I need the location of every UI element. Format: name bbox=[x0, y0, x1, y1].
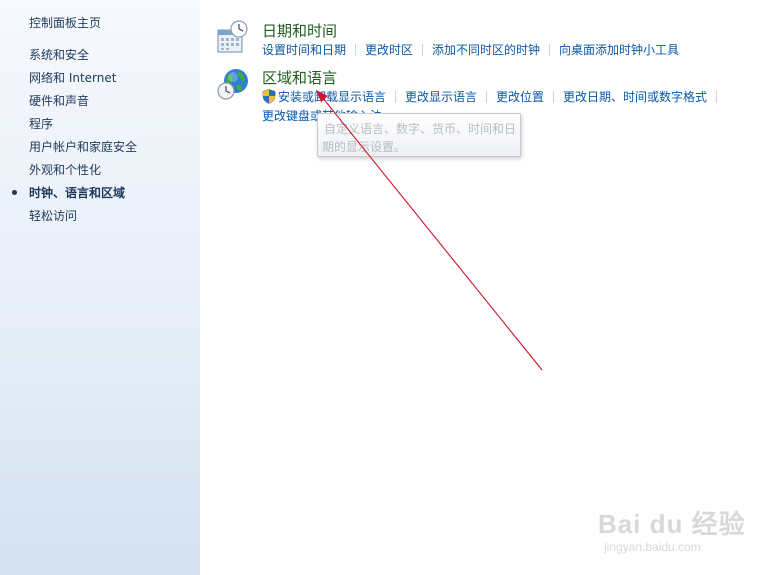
sidebar-home-link[interactable]: 控制面板主页 bbox=[29, 14, 101, 31]
globe-clock-icon[interactable] bbox=[216, 67, 250, 101]
sidebar: 控制面板主页 系统和安全 网络和 Internet 硬件和声音 程序 用户帐户和… bbox=[0, 0, 200, 575]
link-change-display-language[interactable]: 更改显示语言 bbox=[405, 90, 477, 104]
calendar-clock-icon[interactable] bbox=[216, 20, 250, 54]
sidebar-item-label: 程序 bbox=[29, 117, 54, 131]
category-links-date-time: 设置时间和日期 更改时区 添加不同时区的时钟 向桌面添加时钟小工具 bbox=[262, 41, 679, 58]
watermark-url: jingyan.baidu.com bbox=[604, 540, 701, 554]
sidebar-item-label: 轻松访问 bbox=[29, 209, 78, 223]
link-add-clock-gadget[interactable]: 向桌面添加时钟小工具 bbox=[559, 43, 679, 57]
main-content: 日期和时间 设置时间和日期 更改时区 添加不同时区的时钟 向桌面添加时钟小工具 区域和… bbox=[200, 0, 784, 575]
sidebar-item-label: 用户帐户和家庭安全 bbox=[29, 140, 138, 154]
sidebar-item-label: 网络和 Internet bbox=[29, 71, 117, 85]
category-title-date-time[interactable]: 日期和时间 bbox=[262, 20, 337, 41]
uac-shield-icon bbox=[262, 89, 276, 107]
link-add-clocks[interactable]: 添加不同时区的时钟 bbox=[432, 43, 540, 57]
tooltip-line-1: 自定义语言、数字、货币、时间和日 bbox=[324, 122, 517, 136]
sidebar-item-system-security[interactable]: 系统和安全 bbox=[0, 46, 200, 69]
sidebar-item-label: 外观和个性化 bbox=[29, 163, 102, 177]
link-change-time-zone[interactable]: 更改时区 bbox=[365, 43, 413, 57]
link-change-date-time-number-format[interactable]: 更改日期、时间或数字格式 bbox=[563, 90, 707, 104]
link-separator bbox=[422, 44, 424, 56]
link-change-location[interactable]: 更改位置 bbox=[496, 90, 544, 104]
sidebar-item-user-accounts[interactable]: 用户帐户和家庭安全 bbox=[0, 138, 200, 161]
baidu-watermark: Bai du 经验 jingyan.baidu.com bbox=[598, 504, 748, 564]
link-set-time-date[interactable]: 设置时间和日期 bbox=[262, 43, 346, 57]
link-separator bbox=[553, 91, 555, 103]
link-separator bbox=[549, 44, 551, 56]
category-title-region-language[interactable]: 区域和语言 bbox=[262, 67, 337, 88]
sidebar-item-label: 时钟、语言和区域 bbox=[29, 186, 126, 200]
sidebar-item-hardware-sound[interactable]: 硬件和声音 bbox=[0, 92, 200, 115]
active-bullet-icon bbox=[12, 190, 17, 195]
link-separator bbox=[395, 91, 397, 103]
link-separator bbox=[716, 91, 718, 103]
sidebar-item-label: 硬件和声音 bbox=[29, 94, 90, 108]
sidebar-item-ease-of-access[interactable]: 轻松访问 bbox=[0, 207, 200, 230]
sidebar-item-label: 系统和安全 bbox=[29, 48, 90, 62]
link-install-display-language[interactable]: 安装或卸载显示语言 bbox=[278, 90, 386, 104]
tooltip-line-2: 期的显示设置。 bbox=[322, 140, 407, 154]
category-links-region-language: 安装或卸载显示语言 更改显示语言 更改位置 更改日期、时间或数字格式 bbox=[262, 88, 726, 107]
link-separator bbox=[486, 91, 488, 103]
sidebar-item-network-internet[interactable]: 网络和 Internet bbox=[0, 69, 200, 92]
sidebar-item-clock-language-region[interactable]: 时钟、语言和区域 bbox=[0, 184, 200, 207]
tooltip: 自定义语言、数字、货币、时间和日 期的显示设置。 bbox=[317, 113, 521, 157]
link-separator bbox=[355, 44, 357, 56]
sidebar-item-appearance[interactable]: 外观和个性化 bbox=[0, 161, 200, 184]
watermark-logo: Bai du 经验 bbox=[598, 509, 746, 539]
sidebar-item-programs[interactable]: 程序 bbox=[0, 115, 200, 138]
sidebar-nav: 系统和安全 网络和 Internet 硬件和声音 程序 用户帐户和家庭安全 外观… bbox=[0, 46, 200, 230]
